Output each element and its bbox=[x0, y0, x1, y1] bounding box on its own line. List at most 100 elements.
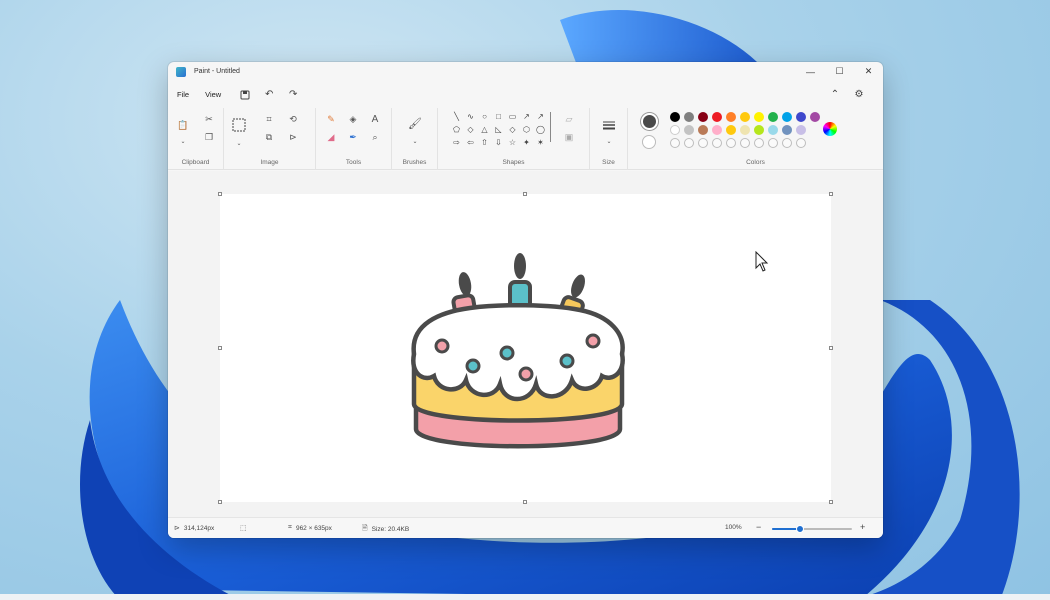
paste-dropdown-icon[interactable]: ⌄ bbox=[176, 134, 190, 148]
rotate-icon[interactable]: ⟲ bbox=[286, 112, 300, 126]
color-picker-icon[interactable]: ✒ bbox=[346, 130, 360, 144]
text-icon[interactable]: A bbox=[368, 112, 382, 126]
shape-option[interactable]: ⇦ bbox=[464, 137, 477, 149]
menu-view[interactable]: View bbox=[205, 90, 221, 99]
drawing-canvas[interactable] bbox=[220, 194, 831, 502]
zoom-slider[interactable] bbox=[772, 525, 852, 533]
palette-color[interactable] bbox=[768, 112, 778, 122]
palette-color[interactable] bbox=[754, 112, 764, 122]
palette-color[interactable] bbox=[712, 112, 722, 122]
palette-color[interactable] bbox=[740, 112, 750, 122]
crop-icon[interactable]: ⌗ bbox=[262, 112, 276, 126]
palette-color[interactable] bbox=[782, 125, 792, 135]
shape-option[interactable]: ◇ bbox=[464, 124, 477, 136]
custom-color-slot[interactable] bbox=[754, 138, 764, 148]
custom-color-slot[interactable] bbox=[726, 138, 736, 148]
flip-icon[interactable]: ⊳ bbox=[286, 130, 300, 144]
pencil-icon[interactable]: ✎ bbox=[324, 112, 338, 126]
palette-color[interactable] bbox=[670, 125, 680, 135]
resize-handle-bm[interactable] bbox=[523, 500, 527, 504]
resize-handle-br[interactable] bbox=[829, 500, 833, 504]
custom-color-slot[interactable] bbox=[768, 138, 778, 148]
collapse-ribbon-icon[interactable]: ⌃ bbox=[827, 86, 843, 102]
edit-colors-icon[interactable] bbox=[823, 122, 837, 136]
maximize-button[interactable]: ☐ bbox=[825, 62, 854, 81]
palette-color[interactable] bbox=[810, 112, 820, 122]
resize-handle-ml[interactable] bbox=[218, 346, 222, 350]
shape-option[interactable]: ✶ bbox=[534, 137, 547, 149]
shape-option[interactable]: △ bbox=[478, 124, 491, 136]
shape-option[interactable]: ▭ bbox=[506, 111, 519, 123]
fill-icon[interactable]: ◈ bbox=[346, 112, 360, 126]
custom-color-slot[interactable] bbox=[698, 138, 708, 148]
palette-color[interactable] bbox=[670, 112, 680, 122]
palette-color[interactable] bbox=[684, 112, 694, 122]
zoom-out-button[interactable]: − bbox=[756, 522, 761, 532]
shape-option[interactable]: ╲ bbox=[450, 111, 463, 123]
minimize-button[interactable]: — bbox=[796, 62, 825, 81]
paste-icon[interactable]: 📋 bbox=[176, 118, 190, 132]
redo-icon[interactable]: ↷ bbox=[285, 87, 301, 103]
shape-option[interactable]: ○ bbox=[478, 111, 491, 123]
palette-color[interactable] bbox=[796, 112, 806, 122]
brush-dropdown-icon[interactable]: ⌄ bbox=[408, 134, 422, 148]
copy-icon[interactable]: ❐ bbox=[202, 130, 216, 144]
eraser-icon[interactable]: ◢ bbox=[324, 130, 338, 144]
shape-option[interactable]: ✦ bbox=[520, 137, 533, 149]
custom-color-slot[interactable] bbox=[796, 138, 806, 148]
undo-icon[interactable]: ↶ bbox=[261, 87, 277, 103]
shape-option[interactable]: ◺ bbox=[492, 124, 505, 136]
shape-option[interactable]: ∿ bbox=[464, 111, 477, 123]
shape-option[interactable]: ↗ bbox=[520, 111, 533, 123]
outline-icon[interactable]: ▱ bbox=[562, 112, 576, 126]
shape-option[interactable]: ☆ bbox=[506, 137, 519, 149]
shape-option[interactable]: ◯ bbox=[534, 124, 547, 136]
palette-color[interactable] bbox=[740, 125, 750, 135]
palette-color[interactable] bbox=[754, 125, 764, 135]
shape-option[interactable]: ⬠ bbox=[450, 124, 463, 136]
cut-icon[interactable]: ✂ bbox=[202, 112, 216, 126]
primary-color-swatch[interactable] bbox=[641, 113, 658, 130]
shape-option[interactable]: ⇩ bbox=[492, 137, 505, 149]
brush-icon[interactable]: 🖌 bbox=[408, 116, 422, 130]
custom-color-slot[interactable] bbox=[782, 138, 792, 148]
resize-handle-mr[interactable] bbox=[829, 346, 833, 350]
zoom-slider-thumb[interactable] bbox=[796, 525, 804, 533]
custom-color-slot[interactable] bbox=[684, 138, 694, 148]
zoom-in-button[interactable]: + bbox=[860, 522, 865, 532]
resize-handle-bl[interactable] bbox=[218, 500, 222, 504]
shape-option[interactable]: ↗ bbox=[534, 111, 547, 123]
shape-option[interactable]: ◇ bbox=[506, 124, 519, 136]
custom-color-slot[interactable] bbox=[740, 138, 750, 148]
resize-handle-tl[interactable] bbox=[218, 192, 222, 196]
palette-color[interactable] bbox=[796, 125, 806, 135]
close-button[interactable]: ✕ bbox=[854, 62, 883, 81]
magnifier-icon[interactable]: ⌕ bbox=[368, 130, 382, 144]
palette-color[interactable] bbox=[768, 125, 778, 135]
shape-option[interactable]: ⬡ bbox=[520, 124, 533, 136]
palette-color[interactable] bbox=[698, 125, 708, 135]
palette-color[interactable] bbox=[698, 112, 708, 122]
save-icon[interactable] bbox=[237, 87, 253, 103]
settings-icon[interactable]: ⚙ bbox=[851, 86, 867, 102]
select-dropdown-icon[interactable]: ⌄ bbox=[232, 136, 246, 150]
resize-icon[interactable]: ⧉ bbox=[262, 130, 276, 144]
palette-color[interactable] bbox=[684, 125, 694, 135]
size-dropdown-icon[interactable]: ⌄ bbox=[602, 134, 616, 148]
resize-handle-tr[interactable] bbox=[829, 192, 833, 196]
custom-color-slot[interactable] bbox=[670, 138, 680, 148]
menu-file[interactable]: File bbox=[177, 90, 189, 99]
resize-handle-tm[interactable] bbox=[523, 192, 527, 196]
palette-color[interactable] bbox=[782, 112, 792, 122]
shape-option[interactable]: ⇨ bbox=[450, 137, 463, 149]
select-icon[interactable] bbox=[232, 118, 246, 132]
fill-style-icon[interactable]: ▣ bbox=[562, 130, 576, 144]
custom-color-slot[interactable] bbox=[712, 138, 722, 148]
secondary-color-swatch[interactable] bbox=[642, 135, 656, 149]
palette-color[interactable] bbox=[726, 112, 736, 122]
stroke-size-icon[interactable] bbox=[602, 118, 616, 132]
shape-option[interactable]: ⇧ bbox=[478, 137, 491, 149]
palette-color[interactable] bbox=[712, 125, 722, 135]
palette-color[interactable] bbox=[726, 125, 736, 135]
shape-option[interactable]: □ bbox=[492, 111, 505, 123]
